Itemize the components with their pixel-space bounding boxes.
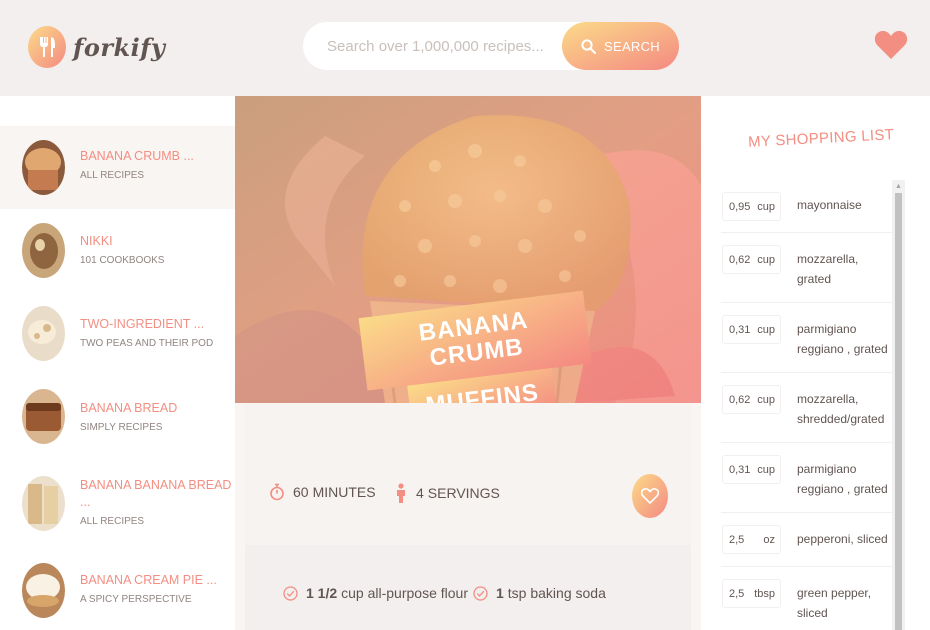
result-publisher: TWO PEAS AND THEIR POD (80, 338, 214, 349)
scroll-up-arrow-icon[interactable]: ▲ (895, 183, 902, 190)
shopping-item-desc: mayonnaise (797, 198, 862, 212)
shopping-count-value: 2,5 (729, 533, 745, 546)
shopping-count-value: 0,31 (729, 323, 751, 336)
shopping-count-value: 0,62 (729, 253, 751, 266)
scrollbar-thumb[interactable] (895, 193, 902, 630)
check-icon (283, 585, 298, 601)
recipe-minutes-label: MINUTES (312, 484, 376, 500)
shopping-count-unit: cup (757, 463, 775, 476)
shopping-count-input[interactable]: 0,95 cup (722, 192, 781, 221)
shopping-count-input[interactable]: 2,5 tbsp (722, 579, 781, 608)
search-icon (581, 38, 596, 54)
shopping-item-desc: parmigiano reggiano , grated (797, 462, 888, 496)
shopping-count-value: 0,62 (729, 393, 751, 406)
recipe-servings-count: 4 (416, 485, 424, 501)
result-publisher: ALL RECIPES (80, 170, 145, 181)
shopping-count-input[interactable]: 0,31 cup (722, 455, 781, 484)
search-results: BANANA CRUMB ... ALL RECIPES NIKKI 101 C… (0, 96, 235, 630)
result-title: NIKKI (80, 234, 113, 248)
result-title: BANANA CRUMB ... (80, 149, 194, 163)
likes-button[interactable] (874, 30, 908, 65)
shopping-count-unit: tbsp (754, 587, 775, 600)
result-publisher: ALL RECIPES (80, 516, 145, 527)
logo[interactable]: forkify (28, 26, 166, 68)
like-recipe-button[interactable] (632, 474, 668, 518)
shopping-count-unit: cup (757, 393, 775, 406)
stopwatch-icon (270, 483, 284, 501)
person-icon (397, 483, 405, 503)
shopping-item-desc: parmigiano reggiano , grated (797, 322, 888, 356)
result-title: BANANA BANANA BREAD (80, 478, 232, 492)
shopping-count-unit: oz (763, 533, 775, 546)
result-title-overflow: ... (80, 495, 91, 509)
result-item[interactable]: BANANA CRUMB ... ALL RECIPES (0, 126, 235, 209)
search-button[interactable]: SEARCH (562, 22, 679, 70)
ingredient-text: cup all-purpose flour (341, 585, 468, 601)
shopping-item-desc: pepperoni, sliced (797, 532, 888, 546)
logo-text: forkify (73, 32, 166, 62)
ingredient-count: 1 1/2 (306, 585, 338, 601)
result-thumbnail (22, 476, 65, 531)
search-input[interactable] (303, 22, 558, 70)
check-icon (473, 585, 488, 601)
recipe-view: BANANA CRUMB MUFFINS 60 MINUTES 4 SERVIN… (235, 96, 701, 630)
shopping-list-title: MY SHOPPING LIST (747, 126, 895, 151)
shopping-count-input[interactable]: 0,31 cup (722, 315, 781, 344)
fork-knife-icon (28, 26, 66, 68)
shopping-item: 2,5 tbsp green pepper, sliced (721, 567, 893, 630)
shopping-count-input[interactable]: 0,62 cup (722, 245, 781, 274)
shopping-item: 0,31 cup parmigiano reggiano , grated (721, 443, 893, 513)
recipe-details: 60 MINUTES 4 SERVINGS (245, 403, 691, 545)
shopping-count-value: 0,31 (729, 463, 751, 476)
result-item[interactable]: BANANA CREAM PIE ... A SPICY PERSPECTIVE (0, 556, 235, 630)
shopping-count-input[interactable]: 0,62 cup (722, 385, 781, 414)
shopping-item-desc: mozzarella, grated (797, 252, 859, 286)
shopping-count-unit: cup (757, 323, 775, 336)
result-title: BANANA CREAM PIE ... (80, 573, 217, 587)
result-thumbnail (22, 389, 65, 444)
result-thumbnail (22, 563, 65, 618)
recipe-servings-label: SERVINGS (427, 485, 500, 501)
result-publisher: A SPICY PERSPECTIVE (80, 594, 192, 605)
recipe-minutes: 60 (293, 484, 309, 500)
shopping-item: 0,31 cup parmigiano reggiano , grated (721, 303, 893, 373)
heart-icon (874, 30, 908, 59)
result-item[interactable]: TWO-INGREDIENT ... TWO PEAS AND THEIR PO… (0, 292, 235, 375)
shopping-item: 0,95 cup mayonnaise (721, 184, 893, 233)
shopping-item: 0,62 cup mozzarella, shredded/grated (721, 373, 893, 443)
recipe-duration: 60 MINUTES (269, 483, 376, 501)
ingredient-item: 1 tsp baking soda (473, 585, 606, 601)
result-publisher: 101 COOKBOOKS (80, 255, 165, 266)
result-item[interactable]: NIKKI 101 COOKBOOKS (0, 209, 235, 292)
shopping-item: 0,62 cup mozzarella, grated (721, 233, 893, 303)
result-item[interactable]: BANANA BANANA BREAD ... ALL RECIPES (0, 458, 235, 556)
ingredient-text: tsp baking soda (507, 585, 606, 601)
result-thumbnail (22, 140, 65, 195)
shopping-item: 2,5 oz pepperoni, sliced (721, 513, 893, 567)
result-title: BANANA BREAD (80, 401, 178, 415)
shopping-count-value: 0,95 (729, 200, 751, 213)
search-form: SEARCH (303, 22, 679, 70)
shopping-item-desc: green pepper, sliced (797, 586, 872, 620)
recipe-servings: 4 SERVINGS (395, 483, 500, 503)
result-publisher: SIMPLY RECIPES (80, 422, 163, 433)
heart-outline-icon (641, 488, 659, 504)
shopping-count-value: 2,5 (729, 587, 745, 600)
result-thumbnail (22, 223, 65, 278)
result-item[interactable]: BANANA BREAD SIMPLY RECIPES (0, 375, 235, 458)
ingredient-list: 1 1/2 cup all-purpose flour 1 tsp baking… (245, 545, 691, 630)
result-thumbnail (22, 306, 65, 361)
shopping-count-unit: cup (757, 200, 775, 213)
shopping-count-unit: cup (757, 253, 775, 266)
search-button-label: SEARCH (604, 38, 660, 54)
shopping-item-desc: mozzarella, shredded/grated (797, 392, 885, 426)
ingredient-count: 1 (496, 585, 504, 601)
ingredient-item: 1 1/2 cup all-purpose flour (283, 585, 468, 601)
shopping-count-input[interactable]: 2,5 oz (722, 525, 781, 554)
header: forkify SEARCH (0, 0, 930, 96)
result-title: TWO-INGREDIENT ... (80, 317, 205, 331)
